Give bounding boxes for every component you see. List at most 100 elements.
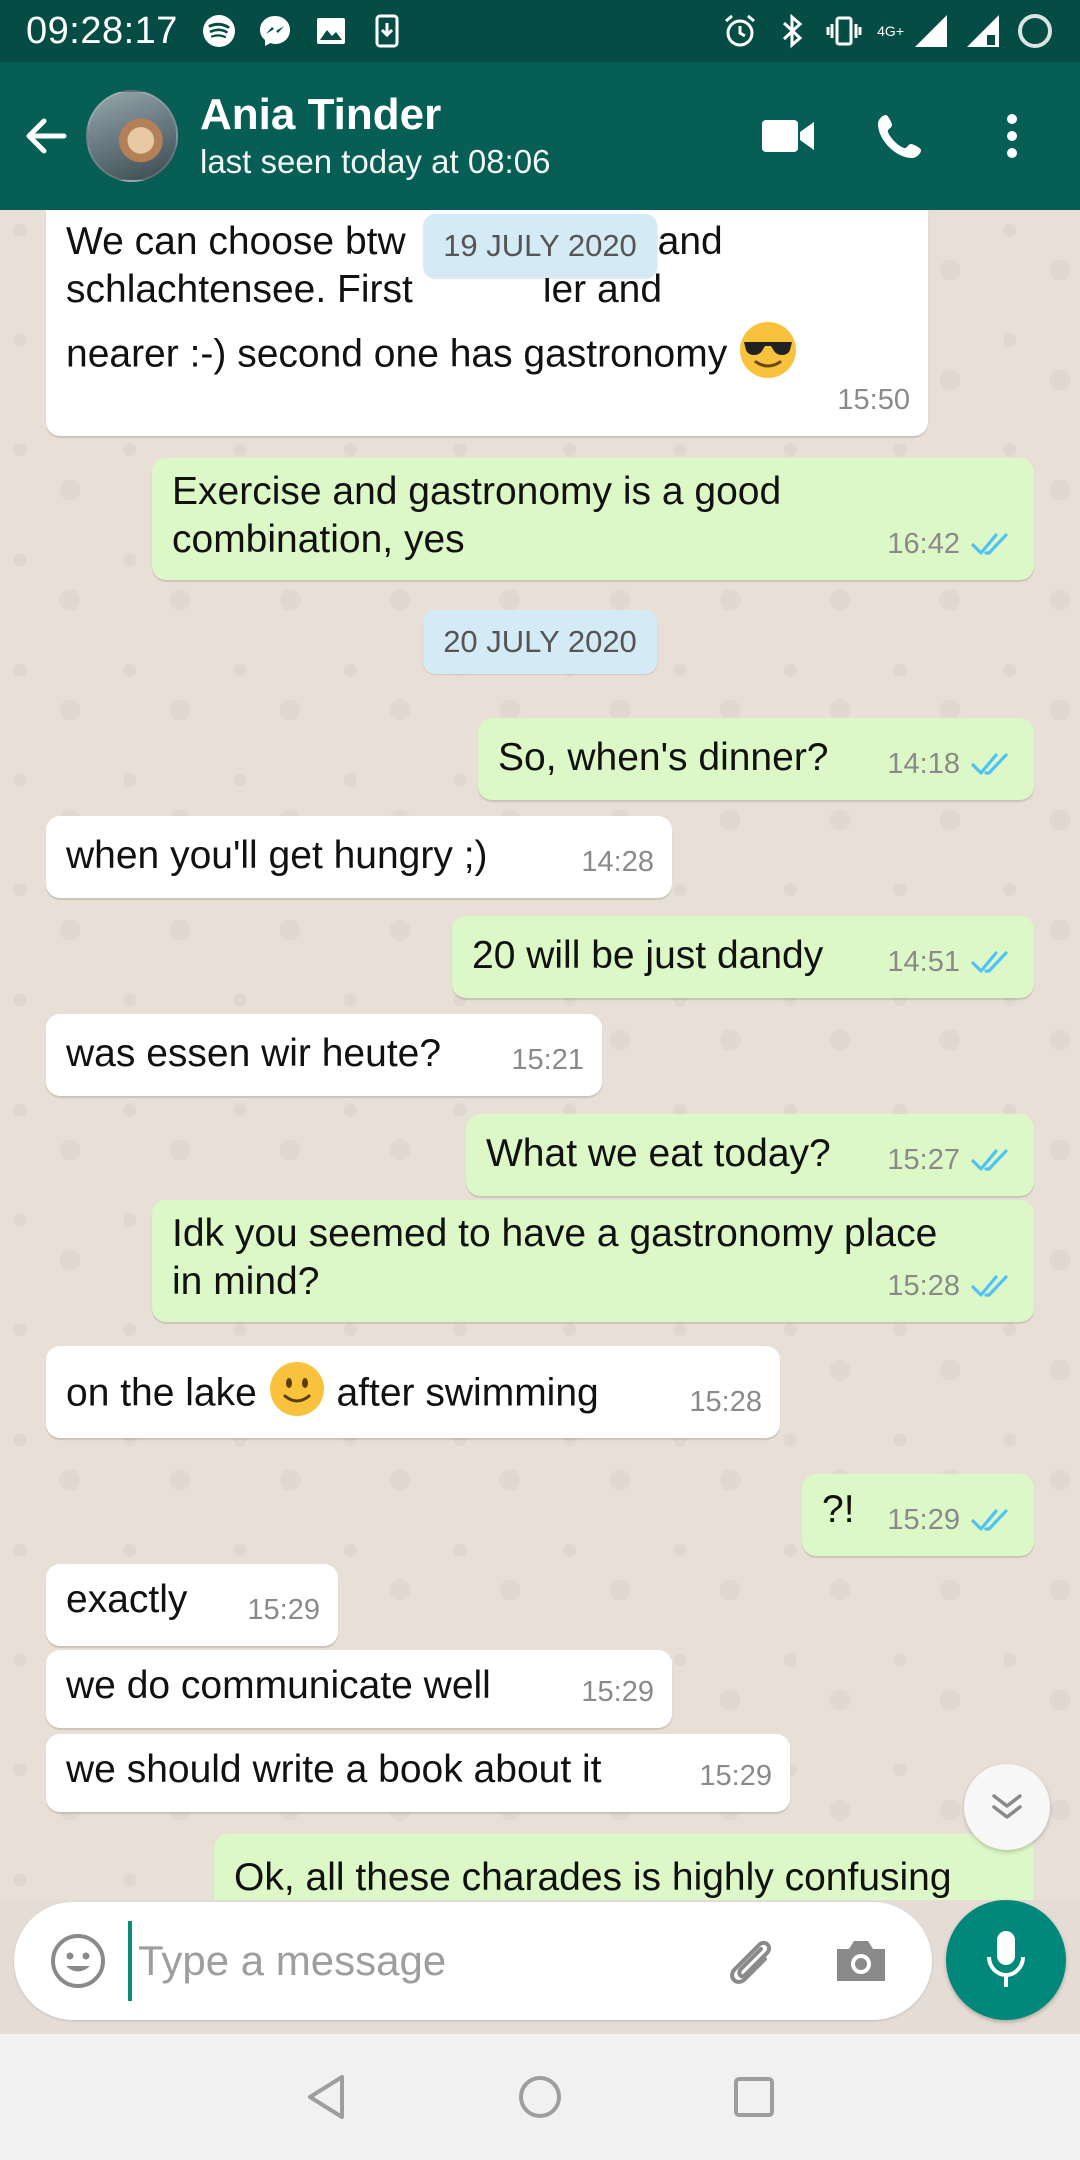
read-receipt-icon: [971, 1275, 1008, 1297]
message-text: Ok, all these charades is highly confusi…: [234, 1856, 952, 1899]
date-chip: 20 JULY 2020: [423, 610, 657, 674]
message-meta: 15:21: [511, 1036, 584, 1084]
read-receipt-icon: [971, 1509, 1008, 1531]
signal-icon: [912, 12, 950, 50]
message-line: Idk you seemed to have a gastronomy plac…: [172, 1212, 938, 1255]
message-meta: 14:18: [887, 740, 1016, 788]
chat-header: Ania Tinder last seen today at 08:06: [0, 62, 1080, 210]
camera-icon[interactable]: [826, 1926, 896, 1996]
video-call-icon[interactable]: [756, 104, 820, 168]
read-receipt-icon: [971, 753, 1008, 775]
message-bubble-incoming[interactable]: we do communicate well 15:29: [46, 1650, 672, 1728]
phone-call-icon[interactable]: [868, 104, 932, 168]
message-text: nearer :-) second one has gastronomy: [66, 332, 728, 376]
message-meta: 15:29: [887, 1496, 1016, 1544]
image-icon: [312, 12, 350, 50]
message-text: exactly: [66, 1578, 188, 1621]
message-time: 15:21: [511, 1044, 584, 1076]
message-meta: 15:29: [247, 1586, 320, 1634]
contact-info[interactable]: Ania Tinder last seen today at 08:06: [200, 89, 756, 183]
vibrate-icon: [825, 12, 863, 50]
message-text: we do communicate well: [66, 1664, 491, 1707]
chat-area[interactable]: We can choose btw ke and schlachtensee. F…: [0, 210, 1080, 1900]
message-bubble-incoming[interactable]: when you'll get hungry ;) 14:28: [46, 816, 672, 898]
nav-recents-icon[interactable]: [722, 2065, 786, 2129]
emoji-icon[interactable]: [42, 1925, 114, 1997]
message-composer: [14, 1902, 932, 2020]
message-time: 15:29: [699, 1760, 772, 1792]
date-chip: 19 JULY 2020: [423, 214, 657, 278]
message-bubble-incoming[interactable]: on the lake after swimming 15:28: [46, 1346, 780, 1438]
message-text: So, when's dinner?: [498, 736, 829, 779]
messenger-icon: [256, 12, 294, 50]
sunglasses-emoji-icon: [738, 320, 798, 392]
message-text: 20 will be just dandy: [472, 934, 824, 977]
message-bubble-outgoing[interactable]: 20 will be just dandy 14:51: [452, 916, 1034, 998]
spotify-icon: [200, 12, 238, 50]
message-line: Exercise and gastronomy is a good: [172, 470, 782, 513]
message-time: 14:18: [887, 748, 960, 780]
back-arrow-icon[interactable]: [14, 104, 78, 168]
message-text: on the lake: [66, 1371, 257, 1415]
message-time: 16:42: [887, 528, 960, 560]
message-bubble-outgoing[interactable]: ?! 15:29: [802, 1474, 1034, 1556]
mic-button[interactable]: [946, 1900, 1066, 2020]
message-time: 15:27: [887, 1144, 960, 1176]
message-time: 15:50: [837, 384, 910, 416]
message-bubble-outgoing[interactable]: So, when's dinner? 14:18: [478, 718, 1034, 800]
mic-icon: [987, 1931, 1025, 1987]
signal-roaming-icon: [964, 12, 1002, 50]
message-bubble-outgoing[interactable]: What we eat today? 15:27: [466, 1114, 1034, 1196]
message-bubble-incoming[interactable]: exactly 15:29: [46, 1564, 338, 1646]
read-receipt-icon: [971, 1149, 1008, 1171]
message-meta: 14:51: [887, 938, 1016, 986]
alarm-icon: [721, 12, 759, 50]
message-meta: 15:27: [887, 1136, 1016, 1184]
message-text: was essen wir heute?: [66, 1032, 442, 1075]
message-text: What we eat today?: [486, 1132, 831, 1175]
message-meta: 14:28: [581, 838, 654, 886]
scroll-down-icon: [992, 1794, 1022, 1819]
message-meta: 16:42: [887, 520, 1016, 568]
message-meta: 15:29: [699, 1752, 772, 1800]
message-bubble-outgoing[interactable]: Exercise and gastronomy is a good combin…: [152, 458, 1034, 580]
network-type-label: 4G+: [877, 23, 904, 39]
message-input[interactable]: [128, 1921, 716, 2001]
message-line: nearer :-) second one has gastronomy: [66, 320, 908, 392]
message-meta: 15:28: [689, 1378, 762, 1426]
read-receipt-icon: [971, 951, 1008, 973]
message-time: 15:29: [887, 1504, 960, 1536]
bluetooth-icon: [773, 12, 811, 50]
message-bubble-outgoing[interactable]: Ok, all these charades is highly confusi…: [214, 1834, 1034, 1900]
message-meta: 15:29: [581, 1668, 654, 1716]
message-time: 14:28: [581, 846, 654, 878]
message-text: after swimming: [336, 1371, 599, 1415]
message-bubble-outgoing[interactable]: Idk you seemed to have a gastronomy plac…: [152, 1200, 1034, 1322]
nav-back-icon[interactable]: [294, 2065, 358, 2129]
message-bubble-incoming[interactable]: we should write a book about it 15:29: [46, 1734, 790, 1812]
message-time: 14:51: [887, 946, 960, 978]
status-bar: 09:28:17 4G+: [0, 0, 1080, 62]
message-text: schlachtensee. First: [66, 268, 413, 311]
download-icon: [368, 12, 406, 50]
message-time: 15:29: [247, 1594, 320, 1626]
message-time: 15:28: [887, 1270, 960, 1302]
message-bubble-incoming[interactable]: was essen wir heute? 15:21: [46, 1014, 602, 1096]
message-time: 15:28: [689, 1386, 762, 1418]
scroll-down-button[interactable]: [964, 1764, 1050, 1850]
attach-icon[interactable]: [716, 1926, 786, 1996]
more-vert-icon[interactable]: [980, 104, 1044, 168]
status-time: 09:28:17: [26, 9, 178, 52]
message-text: when you'll get hungry ;): [66, 834, 488, 877]
message-time: 15:29: [581, 1676, 654, 1708]
message-meta: 15:28: [887, 1262, 1016, 1310]
avatar[interactable]: [86, 90, 178, 182]
message-text: ?!: [822, 1488, 855, 1531]
contact-name: Ania Tinder: [200, 90, 442, 139]
message-text: We can choose btw: [66, 220, 406, 263]
battery-icon: [1016, 12, 1054, 50]
system-nav-bar: [0, 2034, 1080, 2160]
nav-home-icon[interactable]: [508, 2065, 572, 2129]
last-seen-status: last seen today at 08:06: [200, 143, 551, 180]
smile-emoji-icon: [268, 1360, 326, 1430]
